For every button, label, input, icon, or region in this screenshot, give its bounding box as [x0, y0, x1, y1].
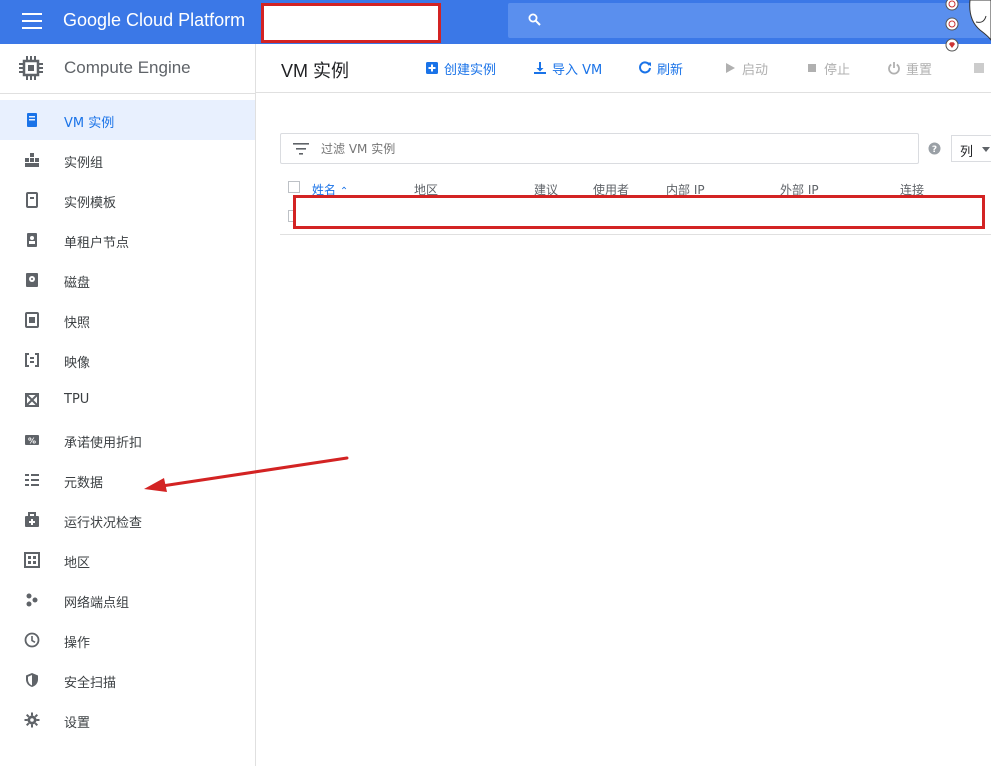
operations-icon — [24, 632, 40, 648]
product-title: Compute Engine — [64, 58, 191, 77]
instance-group-icon — [25, 153, 39, 167]
sidebar-item-network-endpoint-groups[interactable]: 网络端点组 — [0, 580, 255, 620]
sidebar-item-label: 实例组 — [64, 156, 104, 171]
security-scan-icon — [26, 673, 38, 687]
start-button[interactable]: 启动 — [723, 59, 769, 78]
discount-icon: % — [25, 435, 39, 446]
table-row-redacted[interactable] — [293, 195, 985, 229]
sole-tenant-icon — [27, 233, 37, 247]
sidebar-item-label: 承诺使用折扣 — [64, 436, 143, 451]
columns-button[interactable]: 列 — [951, 135, 991, 162]
settings-icon — [24, 712, 40, 728]
page-header: VM 实例 创建实例 导入 VM 刷新 启动 停止 重置 — [256, 44, 991, 93]
import-icon — [534, 62, 546, 74]
filter-input[interactable] — [321, 140, 821, 158]
sidebar-item-tpus[interactable]: TPU — [0, 380, 255, 420]
svg-text:?: ? — [932, 145, 937, 155]
vm-instance-icon — [27, 113, 37, 127]
play-icon — [726, 63, 735, 73]
sidebar-item-snapshots[interactable]: 快照 — [0, 300, 255, 340]
start-label: 启动 — [742, 62, 769, 78]
sidebar-item-health-checks[interactable]: 运行状况检查 — [0, 500, 255, 540]
add-box-icon — [426, 62, 438, 74]
import-vm-button[interactable]: 导入 VM — [533, 59, 603, 78]
left-sidebar: Compute Engine VM 实例 实例组 实例模板 单租户节点 磁盘 快… — [0, 44, 256, 766]
refresh-icon — [639, 61, 651, 74]
sidebar-item-vm-instances[interactable]: VM 实例 — [0, 100, 255, 140]
reset-button[interactable]: 重置 — [887, 59, 933, 78]
health-check-icon — [25, 512, 39, 527]
compute-engine-icon — [19, 56, 43, 80]
sidebar-nav: VM 实例 实例组 实例模板 单租户节点 磁盘 快照 映像 TPU % 承诺使用… — [0, 100, 255, 740]
stop-icon — [808, 64, 816, 72]
stop-button[interactable]: 停止 — [805, 59, 851, 78]
reset-label: 重置 — [906, 62, 933, 78]
tpu-icon — [25, 393, 39, 407]
filter-icon — [293, 143, 309, 155]
network-endpoint-icon — [26, 593, 38, 607]
sidebar-item-label: TPU — [64, 392, 90, 407]
refresh-label: 刷新 — [657, 62, 684, 78]
refresh-button[interactable]: 刷新 — [638, 59, 684, 78]
sidebar-item-label: 快照 — [64, 316, 91, 331]
columns-label: 列 — [960, 145, 974, 160]
create-instance-label: 创建实例 — [444, 62, 497, 78]
brand-title[interactable]: Google Cloud Platform — [63, 10, 245, 31]
instance-template-icon — [26, 192, 38, 208]
import-vm-label: 导入 VM — [552, 62, 603, 78]
svg-text:%: % — [28, 437, 36, 446]
sidebar-item-instance-groups[interactable]: 实例组 — [0, 140, 255, 180]
sidebar-item-label: 单租户节点 — [64, 236, 130, 251]
product-header: Compute Engine — [0, 44, 256, 94]
filter-bar[interactable] — [280, 133, 919, 164]
sidebar-item-label: 设置 — [64, 716, 91, 731]
power-icon — [888, 62, 900, 75]
sidebar-item-label: 映像 — [64, 356, 91, 371]
sidebar-item-security-scans[interactable]: 安全扫描 — [0, 660, 255, 700]
sidebar-item-label: 实例模板 — [64, 196, 117, 211]
sidebar-item-label: 安全扫描 — [64, 676, 117, 691]
select-all-checkbox[interactable] — [288, 181, 300, 193]
stop-label: 停止 — [824, 62, 851, 78]
sidebar-item-settings[interactable]: 设置 — [0, 700, 255, 740]
chevron-down-icon — [982, 147, 990, 152]
create-instance-button[interactable]: 创建实例 — [425, 59, 497, 78]
metadata-icon — [25, 474, 39, 486]
sidebar-item-sole-tenant-nodes[interactable]: 单租户节点 — [0, 220, 255, 260]
page-title: VM 实例 — [281, 61, 350, 81]
zones-icon — [24, 552, 40, 568]
sidebar-item-label: 地区 — [64, 556, 91, 571]
sidebar-item-operations[interactable]: 操作 — [0, 620, 255, 660]
sidebar-item-images[interactable]: 映像 — [0, 340, 255, 380]
search-bar[interactable] — [508, 3, 991, 38]
disk-icon — [26, 273, 38, 287]
main-menu-icon[interactable] — [22, 13, 42, 29]
sidebar-item-label: 磁盘 — [64, 276, 91, 291]
help-icon[interactable]: ? — [928, 142, 941, 155]
sidebar-item-label: 运行状况检查 — [64, 516, 143, 531]
project-selector-redacted[interactable] — [261, 3, 441, 43]
sidebar-item-instance-templates[interactable]: 实例模板 — [0, 180, 255, 220]
toolbar-overflow-icon[interactable] — [974, 63, 984, 73]
annotation-arrow-icon — [144, 456, 349, 492]
snapshot-icon — [25, 312, 39, 328]
sidebar-item-zones[interactable]: 地区 — [0, 540, 255, 580]
search-icon — [528, 13, 541, 26]
sidebar-item-disks[interactable]: 磁盘 — [0, 260, 255, 300]
top-app-bar: Google Cloud Platform — [0, 0, 991, 52]
sidebar-item-label: 网络端点组 — [64, 596, 130, 611]
sidebar-item-label: 操作 — [64, 636, 91, 651]
sidebar-item-label: 元数据 — [64, 476, 104, 491]
table-row-divider — [280, 234, 991, 235]
sidebar-item-label: VM 实例 — [64, 116, 115, 131]
image-icon — [25, 353, 39, 367]
